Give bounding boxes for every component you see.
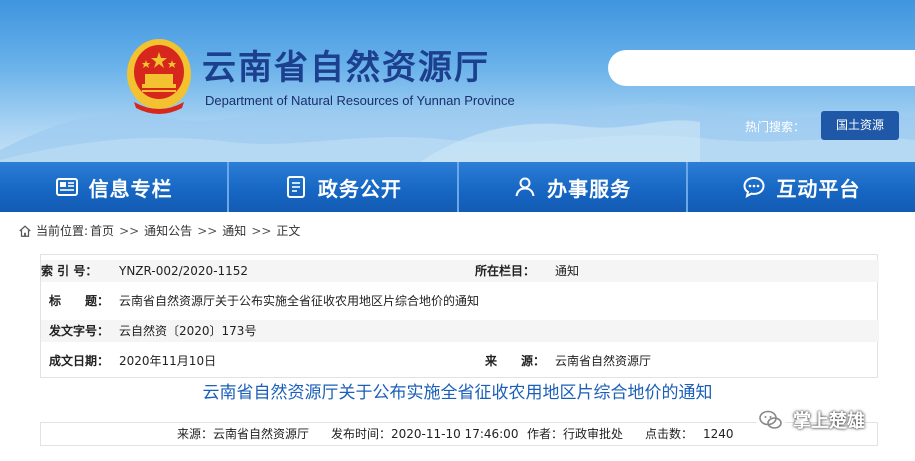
source-label: 来 源：	[485, 354, 546, 368]
watermark-text: 掌上楚雄	[793, 411, 865, 432]
nav-item-label: 互动平台	[776, 176, 861, 201]
wechat-logo-icon	[756, 405, 786, 435]
column-value: 通知	[555, 264, 580, 278]
chat-icon	[743, 176, 765, 198]
doc-number-value: 云自然资〔2020〕173号	[119, 324, 257, 338]
article-title: 云南省自然资源厅关于公布实施全省征收农用地区片综合地价的通知	[202, 383, 713, 403]
article-meta-bar: 来源：云南省自然资源厅 发布时间：2020-11-10 17:46:00 作者：…	[40, 422, 878, 446]
date-label: 成文日期：	[49, 354, 110, 368]
meta-author: 作者：行政审批处	[527, 427, 624, 441]
breadcrumb-current: 正文	[276, 224, 301, 238]
breadcrumb-separator: >>	[251, 223, 272, 238]
search-input[interactable]	[608, 50, 915, 86]
doc-number-label: 发文字号：	[49, 324, 110, 338]
site-banner: 云南省自然资源厅 Department of Natural Resources…	[0, 0, 915, 162]
document-info-table: 索 引 号： YNZR-002/2020-1152 所在栏目： 通知 标 题： …	[40, 254, 879, 378]
index-value: YNZR-002/2020-1152	[119, 264, 249, 278]
breadcrumb-prefix: 当前位置:	[36, 224, 89, 238]
info-row-date: 成文日期： 2020年11月10日 来 源： 云南省自然资源厅	[41, 350, 879, 372]
nav-item-info-column[interactable]: 信息专栏	[0, 162, 230, 212]
breadcrumb-separator: >>	[119, 223, 140, 238]
nav-item-label: 信息专栏	[88, 176, 173, 201]
info-row-doc-number: 发文字号： 云自然资〔2020〕173号	[41, 320, 879, 342]
meta-clicks-label: 点击数：	[645, 427, 694, 441]
meta-source: 来源：云南省自然资源厅	[177, 427, 310, 441]
info-row-title: 标 题： 云南省自然资源厅关于公布实施全省征收农用地区片综合地价的通知	[41, 290, 879, 312]
nav-item-interaction[interactable]: 互动平台	[688, 162, 915, 212]
user-icon	[515, 177, 535, 197]
breadcrumb-notices-link[interactable]: 通知公告	[144, 222, 192, 239]
nav-item-label: 政务公开	[317, 176, 402, 201]
breadcrumb-home-link[interactable]: 首页	[90, 222, 114, 239]
site-title: 云南省自然资源厅	[202, 48, 490, 88]
info-row-index: 索 引 号： YNZR-002/2020-1152 所在栏目： 通知	[41, 260, 879, 282]
breadcrumb: 当前位置: 首页 >> 通知公告 >> 通知 >> 正文	[18, 222, 300, 239]
source-value: 云南省自然资源厅	[555, 354, 652, 368]
breadcrumb-notice-link[interactable]: 通知	[222, 222, 246, 239]
index-label: 索 引 号：	[41, 264, 98, 278]
title-label: 标 题：	[49, 294, 110, 308]
hot-search-button[interactable]: 国土资源	[821, 111, 899, 140]
breadcrumb-separator: >>	[197, 223, 218, 238]
document-icon	[286, 176, 305, 198]
main-nav: 信息专栏 政务公开 办事服务 互动平台	[0, 162, 915, 212]
home-icon	[19, 224, 31, 237]
hot-search-label: 热门搜索：	[745, 120, 806, 134]
date-value: 2020年11月10日	[119, 354, 217, 368]
newspaper-icon	[55, 178, 78, 196]
national-emblem-icon	[127, 39, 191, 114]
nav-item-government-affairs[interactable]: 政务公开	[229, 162, 459, 212]
meta-publish-time: 发布时间：2020-11-10 17:46:00	[331, 427, 519, 441]
nav-item-services[interactable]: 办事服务	[459, 162, 688, 212]
nav-item-label: 办事服务	[547, 176, 632, 201]
site-subtitle: Department of Natural Resources of Yunna…	[205, 93, 515, 108]
meta-clicks-value: 1240	[703, 427, 734, 441]
column-label: 所在栏目：	[475, 264, 536, 278]
watermark: 掌上楚雄	[755, 404, 865, 436]
title-value: 云南省自然资源厅关于公布实施全省征收农用地区片综合地价的通知	[119, 294, 480, 308]
